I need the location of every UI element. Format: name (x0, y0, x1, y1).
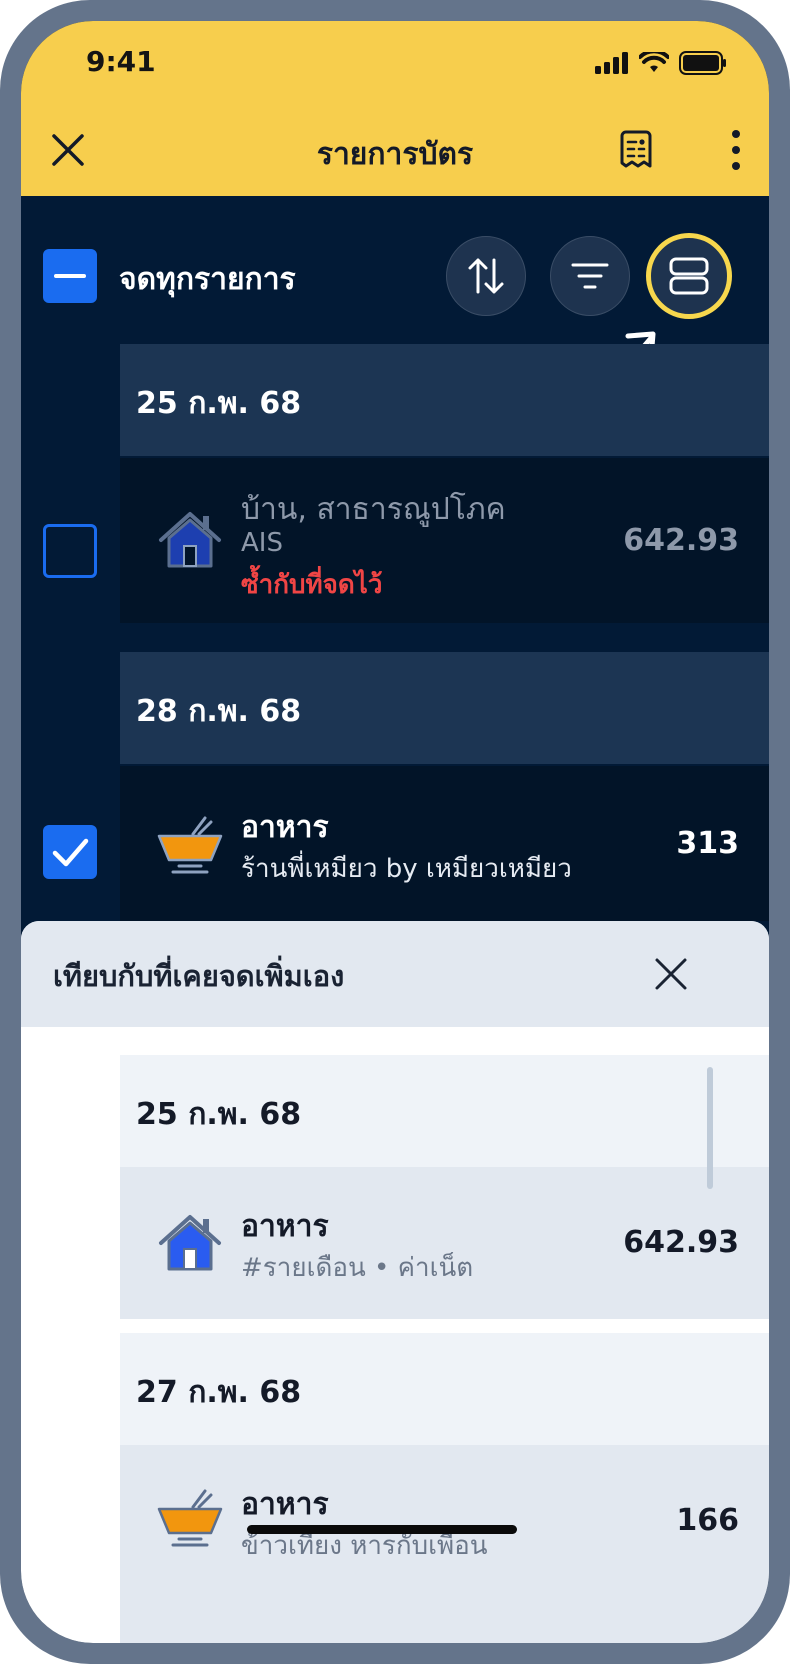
compare-sheet: เทียบกับที่เคยจดเพิ่มเอง 25 ก.พ. 68 อาหา… (21, 921, 769, 1643)
sheet-header: เทียบกับที่เคยจดเพิ่มเอง (21, 921, 769, 1027)
more-vertical-icon (732, 130, 740, 170)
manual-entry-row[interactable]: อาหาร ข้าวเที่ยง หารกับเพื่อน 166 (120, 1445, 769, 1643)
date-header: 27 ก.พ. 68 (120, 1333, 769, 1445)
minus-icon (54, 274, 86, 278)
signal-icon (595, 52, 628, 74)
battery-icon (679, 51, 726, 75)
amount-label: 642.93 (623, 523, 739, 558)
manual-entry-row[interactable]: อาหาร #รายเดือน • ค่าเน็ต 642.93 (120, 1167, 769, 1319)
date-label: 25 ก.พ. 68 (136, 386, 302, 421)
merchant-label: ร้านพี่เหมียว by เหมียวเหมียว (241, 854, 572, 884)
house-icon (159, 512, 221, 568)
phone-frame: 9:41 รายการบัตร จดทุกรายการ 25 ก.พ. 68 บ… (0, 0, 790, 1664)
food-bowl-icon (157, 1489, 223, 1547)
transaction-row[interactable]: อาหาร ร้านพี่เหมียว by เหมียวเหมียว 313 (120, 766, 769, 921)
category-label: อาหาร (241, 810, 329, 845)
close-icon (655, 958, 687, 990)
receipt-button[interactable] (611, 125, 661, 175)
category-label: บ้าน, สาธารณูปโภค (241, 492, 506, 527)
filter-button[interactable] (550, 236, 630, 316)
duplicate-warning: ซ้ำกับที่จดไว้ (241, 570, 383, 600)
sort-button[interactable] (446, 236, 526, 316)
transaction-row[interactable]: บ้าน, สาธารณูปโภค AIS ซ้ำกับที่จดไว้ 642… (120, 458, 769, 623)
merchant-label: AIS (241, 528, 283, 558)
screen: 9:41 รายการบัตร จดทุกรายการ 25 ก.พ. 68 บ… (21, 21, 769, 1643)
food-bowl-icon (157, 816, 223, 874)
date-label: 25 ก.พ. 68 (136, 1097, 302, 1132)
select-all-checkbox[interactable] (43, 249, 97, 303)
category-label: อาหาร (241, 1209, 329, 1244)
note-label: #รายเดือน • ค่าเน็ต (241, 1253, 474, 1283)
checkmark-icon (52, 838, 89, 867)
sort-icon (468, 258, 504, 294)
sheet-scrollbar[interactable] (707, 1067, 713, 1189)
status-icons (595, 51, 727, 75)
sheet-title: เทียบกับที่เคยจดเพิ่มเอง (53, 959, 345, 993)
date-label: 27 ก.พ. 68 (136, 1375, 302, 1410)
date-header: 28 ก.พ. 68 (120, 652, 769, 764)
home-indicator[interactable] (247, 1525, 517, 1534)
select-all-label: จดทุกรายการ (119, 262, 296, 297)
house-icon (159, 1215, 221, 1271)
amount-label: 313 (676, 826, 739, 861)
date-header: 25 ก.พ. 68 (120, 1055, 769, 1167)
filter-icon (571, 263, 609, 289)
row-checkbox[interactable] (43, 524, 97, 578)
amount-label: 166 (676, 1503, 739, 1538)
category-label: อาหาร (241, 1487, 329, 1522)
date-header: 25 ก.พ. 68 (120, 344, 769, 456)
status-time: 9:41 (86, 45, 156, 78)
sheet-close-button[interactable] (646, 949, 696, 999)
highlight-ring (646, 233, 732, 319)
row-checkbox[interactable] (43, 825, 97, 879)
top-bar: 9:41 รายการบัตร (21, 21, 769, 196)
date-label: 28 ก.พ. 68 (136, 694, 302, 729)
more-button[interactable] (721, 125, 751, 175)
wifi-icon (639, 52, 669, 72)
receipt-icon (620, 130, 652, 168)
amount-label: 642.93 (623, 1225, 739, 1260)
